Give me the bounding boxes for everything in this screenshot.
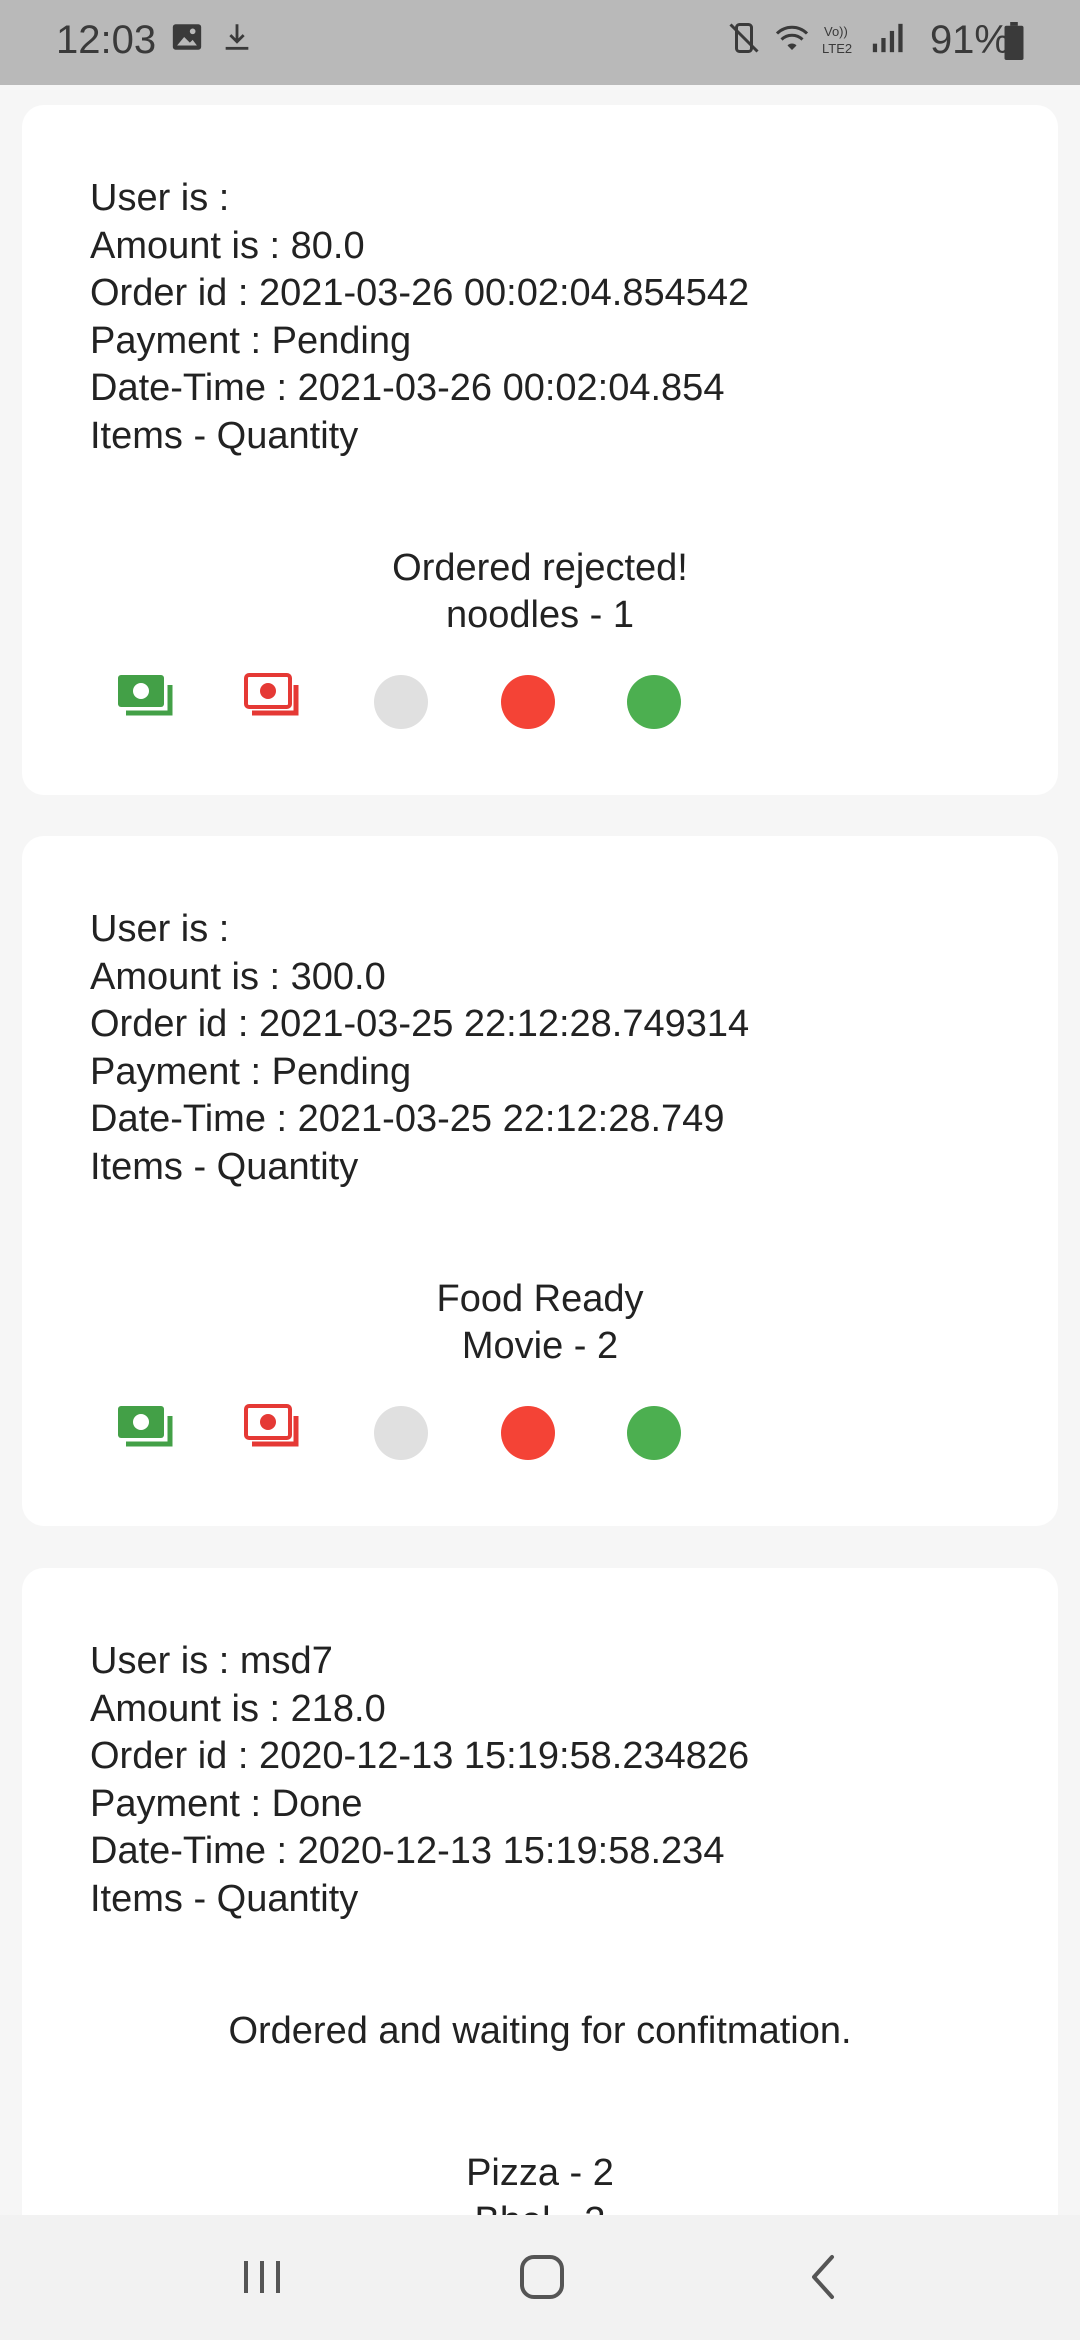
order-actions — [22, 1404, 1058, 1486]
order-status: Food Ready — [436, 1278, 644, 1320]
item-line: Movie - 2 — [461, 1325, 619, 1367]
items-header: Items - Quantity — [90, 1877, 359, 1920]
items-header: Items - Quantity — [90, 414, 359, 457]
order-info: User is : Amount is : 300.0 Order id : 2… — [90, 906, 749, 1191]
battery-percentage: 91% — [929, 18, 1010, 62]
payment-line: Payment : Done — [90, 1782, 363, 1825]
payment-value: Pending — [271, 1050, 412, 1093]
battery-icon — [1002, 22, 1026, 65]
item-line: Pizza - 2 — [466, 2152, 614, 2194]
user-line: User is : — [90, 908, 230, 950]
amount-value: 218.0 — [290, 1687, 386, 1730]
download-icon — [220, 20, 254, 59]
amount-line: Amount is : 218.0 — [90, 1687, 386, 1730]
payment-line: Payment : Pending — [90, 1050, 412, 1093]
order-info: User is : Amount is : 80.0 Order id : 20… — [90, 175, 749, 460]
payment-value: Done — [271, 1782, 363, 1825]
home-icon[interactable] — [512, 2247, 572, 2307]
signal-icon — [870, 20, 904, 61]
status-grey-button[interactable] — [374, 1406, 428, 1460]
order-id-line: Order id : 2021-03-26 00:02:04.854542 — [90, 272, 750, 314]
order-items: Pizza - 2 Bhel - 3 — [0, 2150, 1080, 2215]
order-items: Movie - 2 — [0, 1323, 1080, 1371]
payment-done-button[interactable] — [118, 673, 176, 731]
item-line: noodles - 1 — [445, 594, 634, 636]
items-header: Items - Quantity — [90, 1145, 359, 1188]
status-grey-button[interactable] — [374, 675, 428, 729]
status-red-button[interactable] — [501, 675, 555, 729]
order-card: User is : Amount is : 300.0 Order id : 2… — [22, 836, 1058, 1526]
amount-value: 300.0 — [290, 955, 386, 998]
order-info: User is : msd7 Amount is : 218.0 Order i… — [90, 1638, 749, 1923]
order-items: noodles - 1 — [0, 592, 1080, 640]
svg-text:Vo)): Vo)) — [824, 24, 848, 39]
wifi-icon — [772, 20, 812, 61]
order-id-value: 2021-03-26 00:02:04.854542 — [258, 272, 750, 314]
payment-line: Payment : Pending — [90, 319, 412, 362]
status-red-button[interactable] — [501, 1406, 555, 1460]
order-id-value: 2020-12-13 15:19:58.234826 — [258, 1735, 750, 1777]
user-value: msd7 — [239, 1640, 333, 1682]
orders-list[interactable]: User is : Amount is : 80.0 Order id : 20… — [0, 85, 1080, 2215]
status-bar: 12:03 Vo)) LTE2 91% — [0, 0, 1080, 85]
datetime-line: Date-Time : 2021-03-25 22:12:28.749 — [90, 1098, 725, 1140]
amount-line: Amount is : 300.0 — [90, 955, 386, 998]
volte-lte2-icon: Vo)) LTE2 — [820, 22, 864, 63]
datetime-value: 2021-03-25 22:12:28.749 — [297, 1098, 725, 1140]
item-line: Bhel - 3 — [0, 2198, 1080, 2216]
datetime-value: 2021-03-26 00:02:04.854 — [297, 367, 725, 409]
user-line: User is : msd7 — [90, 1640, 333, 1682]
status-time: 12:03 — [56, 18, 157, 62]
order-card: User is : Amount is : 80.0 Order id : 20… — [22, 105, 1058, 795]
payment-done-button[interactable] — [118, 1404, 176, 1462]
order-actions — [22, 673, 1058, 755]
order-id-line: Order id : 2020-12-13 15:19:58.234826 — [90, 1735, 750, 1777]
datetime-line: Date-Time : 2020-12-13 15:19:58.234 — [90, 1830, 725, 1872]
image-icon — [170, 20, 204, 59]
user-line: User is : — [90, 177, 230, 219]
navigation-bar — [0, 2215, 1080, 2340]
payment-reject-button[interactable] — [244, 1404, 302, 1462]
amount-value: 80.0 — [290, 224, 365, 267]
svg-text:LTE2: LTE2 — [822, 41, 852, 56]
order-card: User is : msd7 Amount is : 218.0 Order i… — [22, 1568, 1058, 2215]
recents-icon[interactable] — [232, 2247, 292, 2307]
datetime-line: Date-Time : 2021-03-26 00:02:04.854 — [90, 367, 725, 409]
amount-line: Amount is : 80.0 — [90, 224, 365, 267]
status-green-button[interactable] — [627, 675, 681, 729]
order-status: Ordered rejected! — [392, 547, 688, 589]
payment-value: Pending — [271, 319, 412, 362]
order-status: Ordered and waiting for confitmation. — [228, 2010, 852, 2052]
payment-reject-button[interactable] — [244, 673, 302, 731]
back-icon[interactable] — [794, 2247, 854, 2307]
status-green-button[interactable] — [627, 1406, 681, 1460]
order-id-line: Order id : 2021-03-25 22:12:28.749314 — [90, 1003, 750, 1045]
vibrate-mute-icon — [726, 20, 762, 61]
order-id-value: 2021-03-25 22:12:28.749314 — [258, 1003, 750, 1045]
datetime-value: 2020-12-13 15:19:58.234 — [297, 1830, 725, 1872]
